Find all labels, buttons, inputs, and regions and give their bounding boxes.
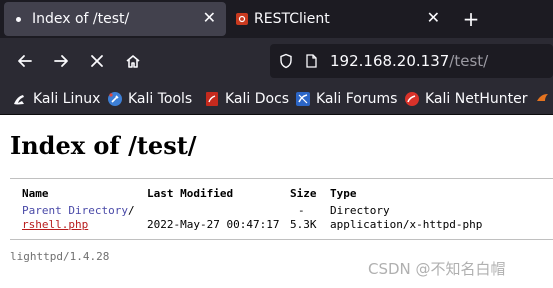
column-header-name: Name [22, 187, 49, 200]
table-row-name: rshell.php [22, 218, 88, 231]
stop-button[interactable] [84, 48, 110, 74]
column-header-size: Size [290, 187, 317, 200]
page-info-icon[interactable] [303, 53, 319, 69]
server-signature: lighttpd/1.4.28 [10, 250, 110, 263]
file-link-rshell[interactable]: rshell.php [22, 218, 88, 231]
column-header-type: Type [330, 187, 357, 200]
bookmark-label: Kali Linux [33, 91, 101, 107]
directory-suffix: / [127, 204, 135, 217]
table-row-size: 5.3K [290, 218, 317, 231]
bookmark-overflow[interactable] [535, 90, 553, 108]
column-header-last-modified: Last Modified [147, 187, 234, 200]
navigation-toolbar: 192.168.20.137/test/ [0, 38, 553, 84]
kali-tools-icon [108, 92, 122, 106]
bookmark-label: Kali Forums [316, 91, 398, 107]
table-row-size: - [298, 204, 305, 217]
browser-chrome: Index of /test/ ✕ RESTClient ✕ + 192.168 [0, 0, 553, 115]
tab-indicator-icon [16, 17, 21, 22]
table-row-modified: 2022-May-27 00:47:17 [147, 218, 280, 231]
tab-title: RESTClient [254, 11, 330, 27]
directory-listing-table: Name Last Modified Size Type Parent Dire… [10, 178, 553, 240]
table-row-name: Parent Directory/ [22, 204, 135, 217]
bookmark-kali-tools[interactable]: Kali Tools [107, 90, 192, 108]
kali-forums-icon [296, 92, 310, 106]
bookmark-kali-linux[interactable]: Kali Linux [12, 90, 100, 108]
close-tab-icon[interactable]: ✕ [427, 10, 440, 26]
restclient-favicon-icon [236, 13, 248, 25]
home-button[interactable] [120, 48, 146, 74]
forward-arrow-icon [54, 55, 68, 67]
bookmark-label: Kali NetHunter [425, 91, 528, 107]
tab-restclient[interactable]: RESTClient ✕ [226, 2, 450, 36]
forward-button[interactable] [48, 48, 74, 74]
bookmarks-toolbar: Kali Linux Kali Tools Kali Docs Kali For… [0, 84, 553, 115]
table-row-type: Directory [330, 204, 390, 217]
stop-icon [91, 55, 103, 67]
tab-index-of-test[interactable]: Index of /test/ ✕ [4, 2, 226, 36]
url-bar[interactable]: 192.168.20.137/test/ [270, 44, 553, 78]
bookmark-kali-docs[interactable]: Kali Docs [204, 90, 289, 108]
url-path: /test/ [449, 52, 489, 70]
page-title: Index of /test/ [10, 131, 197, 160]
kali-dragon-icon [14, 95, 24, 105]
watermark: CSDN @不知名白帽 [368, 260, 506, 278]
tab-title: Index of /test/ [32, 11, 130, 27]
kali-docs-icon [206, 92, 218, 106]
bookmark-kali-forums[interactable]: Kali Forums [295, 90, 397, 108]
bookmark-partial-icon [537, 94, 548, 101]
tab-bar: Index of /test/ ✕ RESTClient ✕ + [0, 0, 553, 38]
parent-directory-link[interactable]: Parent Directory [22, 204, 128, 217]
kali-nethunter-icon [405, 92, 419, 106]
shield-icon[interactable] [278, 53, 294, 69]
url-host: 192.168.20.137 [330, 52, 450, 70]
back-arrow-icon [18, 55, 32, 67]
new-tab-button[interactable]: + [458, 7, 484, 31]
back-button[interactable] [12, 48, 38, 74]
bookmark-kali-nethunter[interactable]: Kali NetHunter [404, 90, 527, 108]
home-icon [126, 55, 140, 68]
table-row-type: application/x-httpd-php [330, 218, 483, 231]
page-content: Index of /test/ Name Last Modified Size … [0, 115, 553, 288]
url-text[interactable]: 192.168.20.137/test/ [330, 52, 488, 70]
bookmark-label: Kali Tools [128, 91, 193, 107]
close-tab-icon[interactable]: ✕ [203, 10, 216, 26]
bookmark-label: Kali Docs [225, 91, 290, 107]
